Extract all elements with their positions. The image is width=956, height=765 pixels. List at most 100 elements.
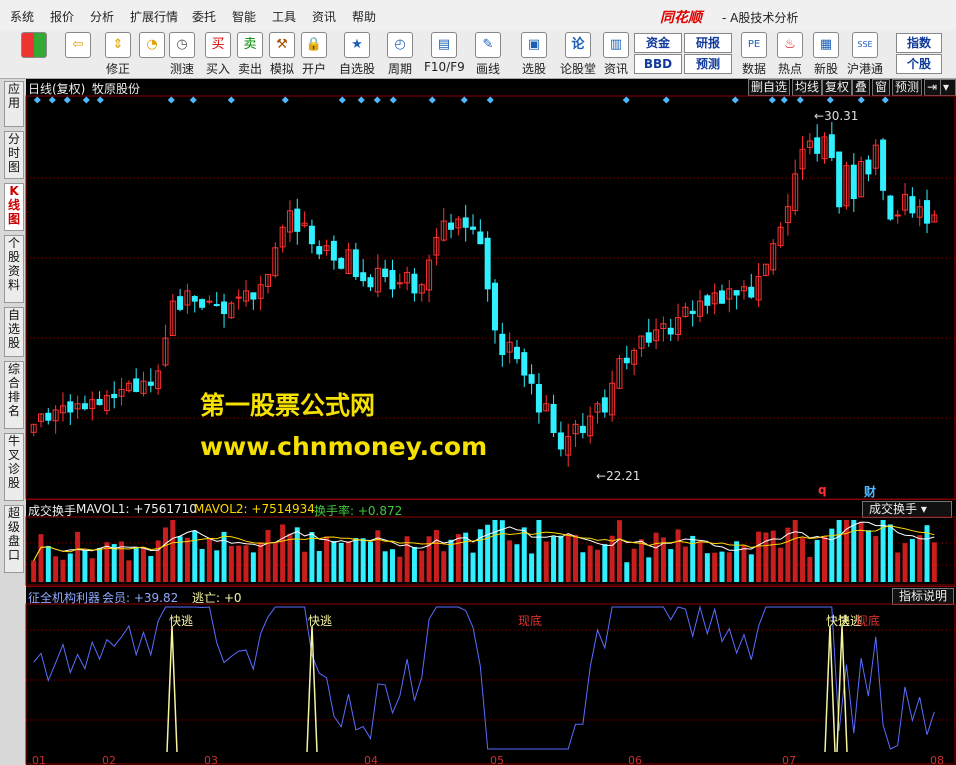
candle-body — [499, 333, 506, 356]
volume-bar — [111, 544, 117, 582]
candle-body — [491, 282, 498, 331]
event-diamond-icon — [662, 96, 670, 104]
volume-bar — [170, 520, 176, 582]
volume-bar — [360, 538, 366, 582]
escape-signal-spike — [824, 625, 836, 753]
volume-bar — [236, 545, 242, 582]
volume-bar — [778, 547, 784, 582]
signal-label: 现底 — [856, 614, 881, 628]
candle-body — [828, 134, 835, 158]
event-diamond-icon — [227, 96, 235, 104]
candle-body — [865, 159, 872, 175]
volume-bar — [931, 542, 937, 582]
volume-ma-line — [33, 521, 935, 561]
volume-bar — [756, 531, 762, 582]
candle-body — [316, 246, 323, 255]
candle-body — [308, 225, 315, 245]
volume-bar — [280, 524, 286, 582]
volume-bar — [587, 545, 593, 582]
volume-bar — [287, 533, 293, 582]
escape-signal-spike — [166, 625, 178, 753]
candle-body — [909, 196, 916, 214]
volume-bar — [192, 530, 198, 582]
volume-bar — [433, 530, 439, 582]
volume-bar — [272, 542, 278, 582]
candle-body — [177, 296, 184, 310]
volume-bar — [836, 520, 842, 582]
volume-bar — [97, 548, 103, 582]
volume-bar — [155, 540, 161, 582]
candle-body — [147, 381, 154, 386]
event-diamond-icon — [768, 96, 776, 104]
event-diamond-icon — [622, 96, 630, 104]
high-price-label: ←30.31 — [814, 109, 859, 123]
candle-body — [45, 412, 52, 421]
volume-ma-line — [33, 525, 935, 561]
volume-bar — [243, 545, 249, 582]
candle-body — [850, 164, 857, 200]
candle-body — [718, 290, 725, 304]
volume-bar — [668, 549, 674, 582]
candle-body — [623, 357, 630, 364]
candle-body — [667, 327, 674, 335]
candle-body — [484, 237, 491, 290]
volume-bar — [82, 550, 88, 582]
volume-bar — [558, 535, 564, 582]
volume-bar — [887, 524, 893, 582]
volume-bar — [734, 541, 740, 582]
finance-marker[interactable]: 财 — [864, 483, 876, 500]
volume-bar — [316, 551, 322, 582]
event-diamond-icon — [96, 96, 104, 104]
candle-body — [382, 268, 389, 278]
volume-bar — [814, 539, 820, 582]
volume-bar — [441, 551, 447, 582]
volume-bar — [53, 556, 59, 582]
volume-bar — [800, 537, 806, 582]
volume-bar — [917, 535, 923, 582]
volume-bar — [67, 553, 73, 582]
escape-signal-spike — [306, 625, 318, 753]
volume-bar — [485, 524, 491, 582]
volume-bar — [909, 538, 915, 582]
event-diamond-icon — [428, 96, 436, 104]
volume-bar — [214, 550, 220, 582]
candle-body — [67, 401, 74, 413]
volume-bar — [382, 551, 388, 582]
volume-bar — [397, 556, 403, 582]
volume-bar — [338, 542, 344, 582]
kline-chart-svg[interactable]: 01 02 03 04 05 06 07 08 — [0, 0, 956, 765]
event-diamond-icon — [33, 96, 41, 104]
candle-body — [733, 290, 740, 296]
x-tick-label: 02 — [102, 754, 116, 765]
candle-body — [470, 226, 477, 230]
volume-bar — [389, 549, 395, 582]
event-diamond-icon — [881, 96, 889, 104]
volume-bar — [31, 560, 37, 582]
event-diamond-icon — [389, 96, 397, 104]
volume-bar — [690, 535, 696, 582]
candle-body — [535, 383, 542, 413]
signal-label: 快逃 — [308, 614, 333, 628]
event-diamond-icon — [338, 96, 346, 104]
candle-body — [550, 403, 557, 434]
volume-bar — [331, 541, 337, 582]
volume-bar — [646, 557, 652, 582]
q-marker[interactable]: q — [818, 483, 827, 497]
volume-bar — [741, 545, 747, 582]
volume-bar — [463, 532, 469, 582]
low-price-label: ←22.21 — [596, 469, 641, 483]
volume-bar — [521, 527, 527, 582]
volume-bar — [148, 556, 154, 582]
x-tick-label: 06 — [628, 754, 642, 765]
volume-bar — [250, 552, 256, 582]
signal-label: 现底 — [518, 614, 543, 628]
volume-bar — [851, 520, 857, 582]
event-diamond-icon — [731, 96, 739, 104]
candle-body — [213, 304, 220, 307]
volume-bar — [258, 542, 264, 582]
candle-body — [250, 292, 257, 300]
candle-body — [111, 393, 118, 399]
event-diamond-icon — [189, 96, 197, 104]
volume-bar — [719, 551, 725, 582]
candle-body — [367, 277, 374, 288]
